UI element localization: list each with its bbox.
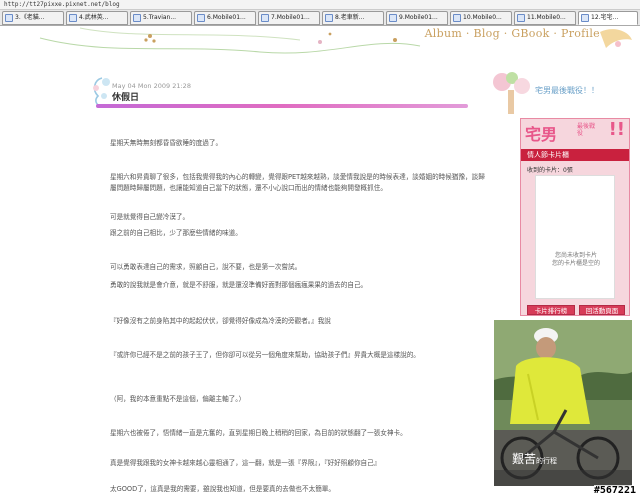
browser-tab[interactable]: 8.老車新... xyxy=(322,11,384,25)
page-icon xyxy=(197,14,205,22)
valentine-card-widget: 宅男 最後戰役 !! 情人節卡片櫃 收到的卡片：0張 卡片排行榜 回活動頁面 xyxy=(520,118,630,316)
card-back-button[interactable]: 回活動頁面 xyxy=(579,305,625,315)
browser-tab[interactable]: 11.Mobile0... xyxy=(514,11,576,25)
browser-tab[interactable]: 10.Mobile0... xyxy=(450,11,512,25)
page-icon xyxy=(133,14,141,22)
article-paragraph: 可以勇敢表達自己的需求，照顧自己，說不要，也是第一次嘗試。 xyxy=(110,263,302,271)
page-icon xyxy=(325,14,333,22)
page-icon xyxy=(69,14,77,22)
card-exclaim: !! xyxy=(608,119,625,140)
post-title[interactable]: 休假日 xyxy=(112,90,139,103)
browser-tab[interactable]: 4.武林英... xyxy=(66,11,128,25)
browser-tab[interactable]: 6.Mobile01... xyxy=(194,11,256,25)
article-paragraph: 真是覺得我跟我的女神卡越來越心靈相通了，這一翻，就是一張『界限』，『好好照顧你自… xyxy=(110,459,381,467)
article-paragraph: 星期六也被倦了，悟情緒一直是亢奮的，直到星期日晚上稍稍的回家，為目前的狀態翻了一… xyxy=(110,429,407,437)
card-empty-text: 您的卡片櫃是空的 xyxy=(551,260,600,267)
page-icon xyxy=(517,14,525,22)
article-paragraph: 『或許你已經不是之前的孩子王了，但你卻可以從另一個角度來幫助，協助孩子們』昇貴大… xyxy=(110,351,420,359)
article-paragraph: 跟之前的自己相比，少了那麼些情緒的味道。 xyxy=(110,229,242,237)
page-icon xyxy=(453,14,461,22)
browser-tab[interactable]: 9.Mobile01... xyxy=(386,11,448,25)
article-paragraph: 星期天無時無刻都昏昏欲睡的度過了。 xyxy=(110,139,223,147)
article-paragraph: 可是就覺得自己變冷漠了。 xyxy=(110,213,190,221)
page-icon xyxy=(581,14,589,22)
sidebar-title: 宅男最後戰役！！ xyxy=(535,86,599,95)
card-rank-button[interactable]: 卡片排行榜 xyxy=(527,305,575,315)
photo-caption: 艱苦的行程 xyxy=(512,452,558,466)
address-bar[interactable]: http://tt27pixxe.pixnet.net/blog xyxy=(0,0,640,10)
card-logo-sub: 最後戰役 xyxy=(577,123,596,137)
article-paragraph: 星期六和昇貴聊了很多，包括我覺得我的內心的轉變，覺得跟PET越來越熟，談愛情我說… xyxy=(110,173,485,192)
card-band: 情人節卡片櫃 xyxy=(521,149,629,161)
article-paragraph: 勇敢的說我就是會介意，就是不舒服，就是還沒準備好面對那個瘋瘋果果的過去的自己。 xyxy=(110,281,368,289)
browser-tab[interactable]: 5.Travian... xyxy=(130,11,192,25)
article-paragraph: （阿，我的本意重點不是這個，偏離主軸了。） xyxy=(110,395,246,403)
article-paragraph: 太GOOD了，這真是我的需要，雖說我也知道，但是要真的去做也不太簡單。 xyxy=(110,485,335,493)
address-text: http://tt27pixxe.pixnet.net/blog xyxy=(4,1,120,8)
page-icon xyxy=(5,14,13,22)
card-logo: 宅男 xyxy=(525,125,558,144)
title-underline xyxy=(96,104,468,108)
tab-bar: 3.《老貓... 4.武林英... 5.Travian... 6.Mobile0… xyxy=(0,10,640,26)
tree-decoration-icon xyxy=(493,72,530,114)
page-icon xyxy=(389,14,397,22)
article-paragraph: 『好像沒有之前身陷其中的起起伏伏，卻覺得好像成為冷漠的旁觀者。』我說 xyxy=(110,317,331,325)
browser-tab[interactable]: 3.《老貓... xyxy=(2,11,64,25)
blog-nav[interactable]: Album · Blog · GBook · Profile xyxy=(425,27,600,40)
post-date: May 04 Mon 2009 21:28 xyxy=(112,82,191,90)
card-count: 收到的卡片：0張 xyxy=(527,167,573,174)
watermark: #567221 xyxy=(593,485,636,496)
page-icon xyxy=(261,14,269,22)
browser-tab[interactable]: 7.Mobile01... xyxy=(258,11,320,25)
card-display xyxy=(535,175,615,299)
browser-tab-active[interactable]: 12.宅宅... xyxy=(578,11,638,25)
